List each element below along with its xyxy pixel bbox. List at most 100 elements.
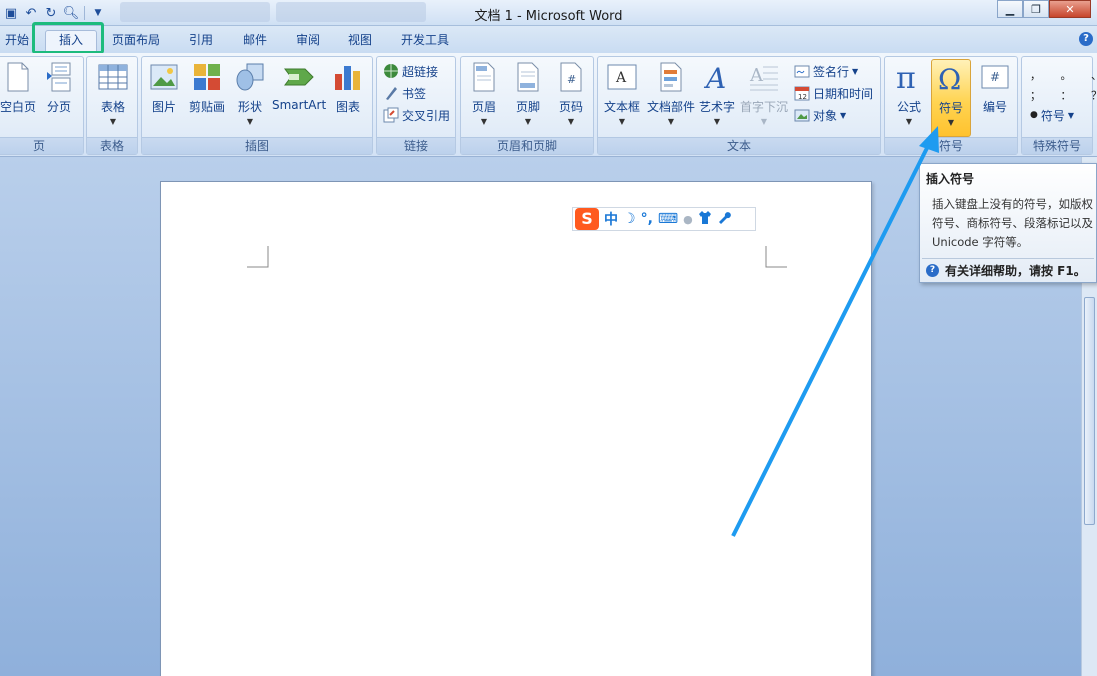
svg-text:A: A: [703, 62, 726, 92]
keyboard-icon[interactable]: ⌨: [658, 211, 678, 227]
tab-references[interactable]: 引用: [184, 31, 218, 51]
smartart-button[interactable]: SmartArt: [272, 59, 326, 135]
chevron-down-icon: ▼: [760, 117, 768, 126]
object-button[interactable]: 对象 ▼: [794, 105, 846, 125]
table-icon: [97, 61, 129, 93]
minimize-button[interactable]: ▁: [997, 0, 1023, 18]
bookmark-button[interactable]: 书签: [383, 83, 426, 103]
dropcap-icon: A: [748, 61, 780, 93]
number-icon: #: [979, 61, 1011, 93]
group-illustrations: 图片 剪贴画 形状 ▼ SmartArt 图表 插图: [141, 56, 373, 155]
page-break-button[interactable]: 分页: [41, 59, 77, 135]
ime-toolbar: S 中 ☽ °, ⌨ ●: [572, 207, 756, 231]
special-marks-row-1[interactable]: ， 。 、: [1030, 65, 1097, 85]
svg-text:A: A: [749, 65, 764, 86]
chevron-down-icon: ▼: [480, 117, 488, 126]
restore-button[interactable]: ❐: [1023, 0, 1049, 18]
footer-button[interactable]: 页脚 ▼: [506, 59, 550, 135]
table-button[interactable]: 表格 ▼: [90, 59, 136, 135]
smartart-icon: [283, 61, 315, 93]
group-symbols-label: 符号: [885, 137, 1017, 154]
bar-chart-icon: [332, 61, 364, 93]
sogou-logo-icon[interactable]: S: [575, 208, 599, 230]
date-time-button[interactable]: 12 日期和时间: [794, 83, 873, 103]
chevron-down-icon: ▼: [667, 117, 675, 126]
cross-reference-label: 交叉引用: [402, 108, 451, 123]
chevron-down-icon: ▼: [567, 117, 575, 126]
shapes-icon: [234, 61, 266, 93]
dropcap-label: 首字下沉: [740, 100, 789, 114]
header-label: 页眉: [471, 100, 496, 114]
number-button[interactable]: # 编号: [973, 59, 1017, 135]
signature-line-button[interactable]: 签名行 ▼: [794, 61, 858, 81]
wrench-icon[interactable]: [717, 210, 731, 228]
object-icon: [794, 107, 810, 123]
special-symbol-button[interactable]: ● 符号 ▼: [1030, 105, 1074, 125]
number-label: 编号: [982, 100, 1007, 114]
dropcap-button[interactable]: A 首字下沉 ▼: [740, 59, 788, 135]
document-page[interactable]: [160, 181, 872, 676]
tab-mailings[interactable]: 邮件: [238, 31, 272, 51]
tab-view[interactable]: 视图: [343, 31, 377, 51]
page-number-button[interactable]: # 页码 ▼: [549, 59, 593, 135]
ribbon: 空白页 分页 页 表格 ▼ 表格 图片 剪贴画 形状 ▼ SmartArt 图表…: [0, 53, 1097, 157]
scrollbar-thumb[interactable]: [1084, 297, 1095, 525]
picture-button[interactable]: 图片: [144, 59, 184, 135]
tooltip-help: ? 有关详细帮助，请按 F1。: [926, 262, 1086, 279]
punctuation-icon[interactable]: °,: [641, 211, 653, 227]
svg-text:12: 12: [798, 93, 807, 101]
footer-icon: [512, 61, 544, 93]
picture-label: 图片: [151, 100, 176, 114]
textbox-button[interactable]: A 文本框 ▼: [600, 59, 644, 135]
quick-parts-button[interactable]: 文档部件 ▼: [646, 59, 696, 135]
globe-link-icon: [383, 63, 399, 79]
window-controls: ▁ ❐ ✕: [997, 0, 1091, 18]
special-marks-row-2[interactable]: ； ： ？: [1030, 85, 1097, 105]
equation-label: 公式: [896, 100, 921, 114]
ime-mode-toggle[interactable]: 中: [604, 209, 618, 229]
page-break-icon: [43, 61, 75, 93]
group-text-label: 文本: [598, 137, 880, 154]
quick-parts-icon: [655, 61, 687, 93]
moon-icon[interactable]: ☽: [623, 211, 636, 227]
group-pages-label: 页: [0, 137, 83, 154]
clipart-button[interactable]: 剪贴画: [186, 59, 228, 135]
page-number-label: 页码: [558, 100, 583, 114]
tooltip-divider: [922, 258, 1094, 259]
smartart-label: SmartArt: [272, 98, 327, 112]
group-header-footer: 页眉 ▼ 页脚 ▼ # 页码 ▼ 页眉和页脚: [460, 56, 594, 155]
tab-developer[interactable]: 开发工具: [396, 31, 454, 51]
close-button[interactable]: ✕: [1049, 0, 1091, 18]
group-pages: 空白页 分页 页: [0, 56, 84, 155]
symbol-button[interactable]: Ω 符号 ▼: [931, 59, 971, 137]
tab-page-layout[interactable]: 页面布局: [108, 31, 164, 51]
help-icon[interactable]: ?: [1079, 32, 1093, 46]
page-number-icon: #: [555, 61, 587, 93]
shirt-icon[interactable]: [698, 210, 712, 228]
chart-label: 图表: [335, 100, 360, 114]
equation-button[interactable]: π 公式 ▼: [887, 59, 931, 135]
hyperlink-button[interactable]: 超链接: [383, 61, 438, 81]
group-symbols: π 公式 ▼ Ω 符号 ▼ # 编号 符号: [884, 56, 1018, 155]
chevron-down-icon: ▼: [109, 117, 117, 126]
svg-text:#: #: [990, 70, 1000, 84]
wordart-button[interactable]: A 艺术字 ▼: [696, 59, 738, 135]
tab-home[interactable]: 开始: [2, 31, 32, 51]
tooltip-title: 插入符号: [926, 172, 975, 186]
svg-text:π: π: [896, 62, 916, 92]
wordart-icon: A: [701, 61, 733, 93]
user-icon[interactable]: ●: [683, 213, 693, 226]
footer-label: 页脚: [515, 100, 540, 114]
chart-button[interactable]: 图表: [328, 59, 368, 135]
shapes-button[interactable]: 形状 ▼: [230, 59, 270, 135]
svg-text:A: A: [615, 70, 627, 86]
tooltip-help-text: 有关详细帮助，请按 F1。: [945, 264, 1086, 278]
margin-corner-right: [765, 246, 787, 268]
header-button[interactable]: 页眉 ▼: [462, 59, 506, 135]
quick-parts-label: 文档部件: [646, 100, 695, 114]
chevron-down-icon: ▼: [713, 117, 721, 126]
special-symbol-label: 符号: [1040, 108, 1065, 123]
blank-page-button[interactable]: 空白页: [0, 59, 39, 135]
cross-reference-button[interactable]: 交叉引用: [383, 105, 450, 125]
tab-review[interactable]: 审阅: [291, 31, 325, 51]
